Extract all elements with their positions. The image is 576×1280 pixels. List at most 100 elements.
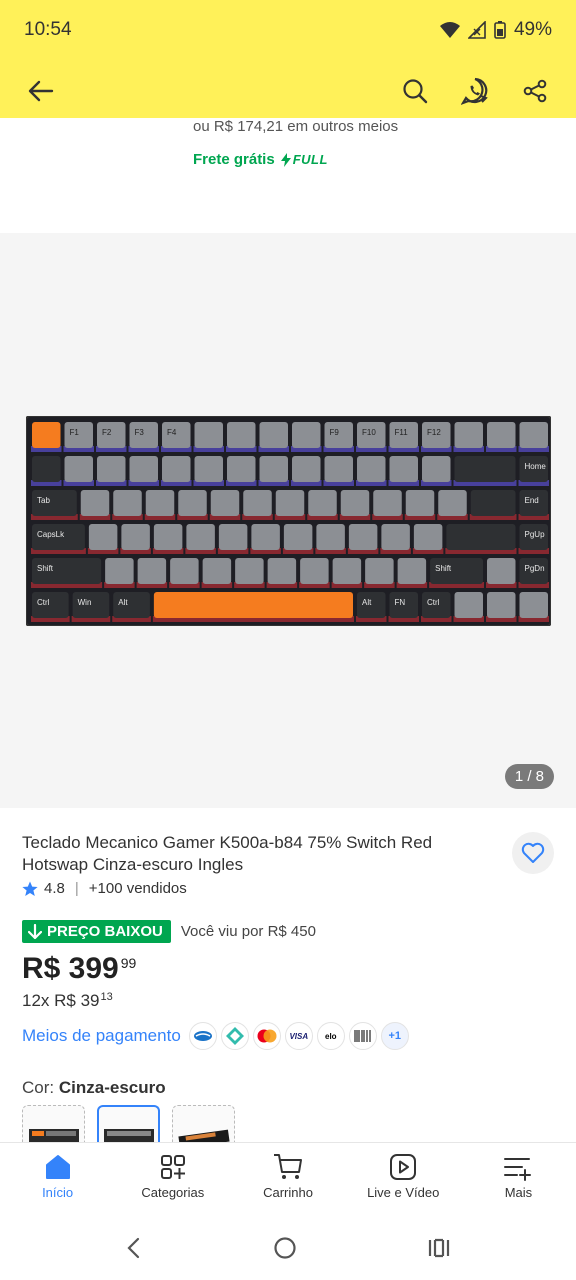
product-image-gallery[interactable]: F1 F2 F3 F4 F9 F10 F11 F12 Home Tab End CapsLk PgUp S… [0,233,576,808]
installments-cents: 13 [100,991,113,1003]
status-bar: 10:54 49% [0,0,576,60]
keyboard-key [487,558,516,584]
keyboard-key [113,490,142,516]
share-button[interactable] [512,68,558,114]
keyboard-key-label: Win [78,598,92,607]
keyboard-key [340,490,370,516]
nav-inicio-label: Início [42,1185,74,1200]
status-time: 10:54 [24,19,72,40]
keyboard-key-label: Alt [362,598,372,607]
system-home-icon[interactable] [273,1236,297,1260]
categories-icon [160,1155,185,1179]
rating-separator: | [74,880,79,897]
nav-categorias[interactable]: Categorias [115,1143,230,1216]
keyboard-key [186,524,215,550]
heart-icon [521,842,545,863]
whatsapp-icon [461,77,488,105]
keyboard-key [454,592,483,618]
keyboard-key [454,422,483,448]
system-recents-icon[interactable] [426,1236,452,1260]
keyboard-key-label: Ctrl [427,598,440,607]
color-swatches [22,1105,235,1145]
search-button[interactable] [392,68,438,114]
keyboard-key [162,456,191,482]
nav-live-video-label: Live e Vídeo [367,1185,440,1200]
keyboard-key [300,558,329,584]
keyboard-key-label: F11 [395,428,409,437]
keyboard-key [210,490,240,516]
color-swatch-black[interactable] [172,1105,235,1145]
keyboard-key [316,524,345,550]
keyboard-key-label: PgUp [525,530,546,539]
nav-carrinho[interactable]: Carrinho [230,1143,345,1216]
keyboard-key [519,592,548,618]
system-navigation-bar [0,1216,576,1280]
keyboard-key [32,456,61,482]
price-drop-row: PREÇO BAIXOU Você viu por R$ 450 [22,920,316,943]
keyboard-key [145,490,175,516]
color-swatch-orange[interactable] [22,1105,85,1145]
keyboard-key [267,558,297,584]
keyboard-key [324,456,353,482]
whatsapp-share-button[interactable] [452,68,498,114]
keyboard-key [170,558,199,584]
keyboard-key [105,558,134,584]
lightning-icon [280,152,291,167]
keyboard-key-label: Home [525,462,547,471]
keyboard-key [446,524,516,550]
keyboard-key [470,490,516,516]
menu-plus-icon [504,1158,532,1181]
keyboard-key [80,490,110,516]
nav-live-video[interactable]: Live e Vídeo [346,1143,461,1216]
color-selector-label: Cor: Cinza-escuro [22,1078,166,1098]
keyboard-key [365,558,394,584]
favorite-button[interactable] [512,832,554,874]
app-bar [0,60,576,122]
keyboard-key [202,558,232,584]
keyboard-key [235,558,264,584]
rating-row[interactable]: 4.8 | +100 vendidos [22,880,187,897]
nav-categorias-label: Categorias [141,1185,205,1200]
keyboard-key [405,490,435,516]
keyboard-key [373,490,402,516]
keyboard-key-label: F12 [427,428,441,437]
color-swatch-dark-gray[interactable] [97,1105,160,1145]
system-back-icon[interactable] [124,1236,144,1260]
keyboard-key-label: F9 [330,428,340,437]
star-icon [22,881,38,896]
keyboard-key [32,422,61,448]
bottom-navigation: Início Categorias Carrinho Live e Vídeo … [0,1142,576,1216]
back-button[interactable] [18,68,64,114]
home-icon [45,1155,70,1179]
keyboard-key-label: Shift [435,564,452,573]
keyboard-key [348,524,378,550]
keyboard-key [218,524,248,550]
keyboard-key-label: F2 [102,428,112,437]
more-payments-badge[interactable]: +1 [380,1022,409,1050]
signal-icon [467,21,486,39]
installments: 12x R$ 39 13 [22,991,113,1011]
boleto-icon [348,1022,377,1050]
keyboard-key-label: Tab [37,496,50,505]
keyboard-key [438,490,467,516]
keyboard-key-label: End [525,496,539,505]
keyboard-key [64,456,93,482]
debit-card-icon [188,1022,217,1050]
price: R$ 399 99 [22,952,136,986]
keyboard-key [308,490,337,516]
price-drop-badge: PREÇO BAIXOU [22,920,171,943]
keyboard-key [487,422,516,448]
payment-methods-link[interactable]: Meios de pagamento [22,1026,181,1046]
payment-methods[interactable]: Meios de pagamento VISA elo +1 [22,1022,409,1050]
keyboard-key [97,456,126,482]
nav-mais[interactable]: Mais [461,1143,576,1216]
previous-price-text: Você viu por R$ 450 [180,923,316,940]
shipping-info: ou R$ 174,21 em outros meios Frete gráti… [0,118,576,230]
keyboard-key [292,456,321,482]
full-label: FULL [292,152,328,167]
nav-inicio[interactable]: Início [0,1143,115,1216]
keyboard-key [251,524,280,550]
keyboard-key [194,456,223,482]
keyboard-key [413,524,443,550]
share-icon [523,79,547,103]
